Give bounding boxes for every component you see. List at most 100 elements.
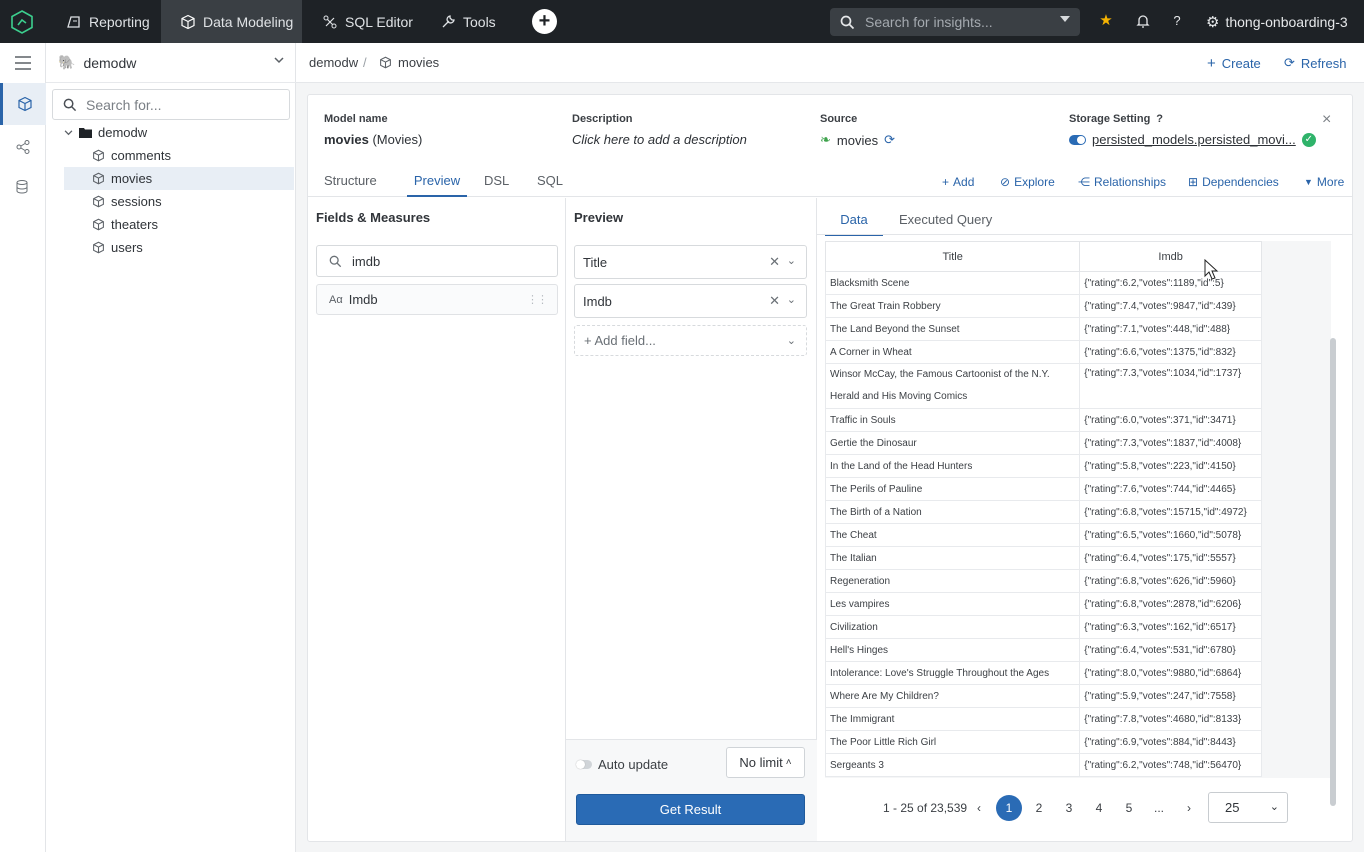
- cell-title[interactable]: Regeneration: [825, 569, 1081, 593]
- cell-imdb[interactable]: {"rating":5.8,"votes":223,"id":4150}: [1079, 454, 1262, 478]
- field-search-input[interactable]: imdb: [316, 245, 558, 277]
- dependencies-action[interactable]: ⊞ Dependencies: [1188, 175, 1279, 189]
- tree-item-users[interactable]: users: [64, 236, 294, 259]
- page-button-5[interactable]: 5: [1116, 795, 1142, 821]
- cell-title[interactable]: The Poor Little Rich Girl: [825, 730, 1081, 754]
- cell-imdb[interactable]: {"rating":7.4,"votes":9847,"id":439}: [1079, 294, 1262, 318]
- selected-field-imdb[interactable]: Imdb ✕ ⌄: [574, 284, 807, 318]
- tab-sql[interactable]: SQL: [537, 173, 563, 188]
- cell-imdb[interactable]: {"rating":6.4,"votes":175,"id":5557}: [1079, 546, 1262, 570]
- cell-imdb[interactable]: {"rating":6.3,"votes":162,"id":6517}: [1079, 615, 1262, 639]
- cell-title[interactable]: Intolerance: Love's Struggle Throughout …: [825, 661, 1081, 685]
- cell-title[interactable]: Sergeants 3: [825, 753, 1081, 777]
- nav-tools[interactable]: Tools: [440, 0, 496, 43]
- cell-imdb[interactable]: {"rating":6.2,"votes":748,"id":56470}: [1079, 753, 1262, 777]
- cell-imdb[interactable]: {"rating":7.6,"votes":744,"id":4465}: [1079, 477, 1262, 501]
- create-button[interactable]: + Create: [1207, 55, 1261, 72]
- cell-imdb[interactable]: {"rating":7.8,"votes":4680,"id":8133}: [1079, 707, 1262, 731]
- vertical-scrollbar[interactable]: [1330, 338, 1336, 806]
- star-icon[interactable]: ★: [1097, 12, 1115, 30]
- cell-title[interactable]: The Italian: [825, 546, 1081, 570]
- remove-icon[interactable]: ✕: [769, 293, 780, 309]
- nav-reporting[interactable]: Reporting: [54, 0, 161, 43]
- cell-imdb[interactable]: {"rating":6.2,"votes":1189,"id":5}: [1079, 271, 1262, 295]
- storage-link[interactable]: persisted_models.persisted_movi...: [1092, 132, 1296, 147]
- field-item-imdb[interactable]: Aα Imdb ⋮⋮: [316, 284, 558, 315]
- cell-imdb[interactable]: {"rating":6.5,"votes":1660,"id":5078}: [1079, 523, 1262, 547]
- storage-toggle[interactable]: [1069, 134, 1086, 145]
- nav-sql-editor[interactable]: SQL Editor: [322, 0, 413, 43]
- drag-handle-icon[interactable]: ⋮⋮: [527, 293, 548, 306]
- chevron-down-icon[interactable]: ⌄: [787, 293, 796, 306]
- selected-field-title[interactable]: Title ✕ ⌄: [574, 245, 807, 279]
- cell-imdb[interactable]: {"rating":7.1,"votes":448,"id":488}: [1079, 317, 1262, 341]
- cell-title[interactable]: The Perils of Pauline: [825, 477, 1081, 501]
- cell-title[interactable]: The Great Train Robbery: [825, 294, 1081, 318]
- cell-imdb[interactable]: {"rating":7.3,"votes":1837,"id":4008}: [1079, 431, 1262, 455]
- cell-title[interactable]: Hell's Hinges: [825, 638, 1081, 662]
- cell-imdb[interactable]: {"rating":6.8,"votes":626,"id":5960}: [1079, 569, 1262, 593]
- workspace-switcher[interactable]: ⚙ thong-onboarding-3: [1206, 0, 1348, 43]
- tree-item-theaters[interactable]: theaters: [64, 213, 294, 236]
- datasource-selector[interactable]: 🐘 demodw: [46, 43, 296, 83]
- help-icon[interactable]: ?: [1168, 12, 1186, 30]
- tab-executed-query[interactable]: Executed Query: [899, 212, 992, 227]
- cell-title[interactable]: Les vampires: [825, 592, 1081, 616]
- column-header-title[interactable]: Title: [825, 241, 1081, 272]
- source-value[interactable]: ❧ movies ⟳: [820, 132, 895, 148]
- tree-item-comments[interactable]: comments: [64, 144, 294, 167]
- app-logo-icon[interactable]: [8, 8, 36, 36]
- breadcrumb-root[interactable]: demodw: [309, 55, 358, 70]
- cell-imdb[interactable]: {"rating":6.9,"votes":884,"id":8443}: [1079, 730, 1262, 754]
- cell-imdb[interactable]: {"rating":6.8,"votes":15715,"id":4972}: [1079, 500, 1262, 524]
- rail-database[interactable]: [0, 167, 46, 207]
- tab-preview[interactable]: Preview: [407, 173, 467, 197]
- rail-relationships[interactable]: [0, 127, 46, 167]
- cell-title[interactable]: Where Are My Children?: [825, 684, 1081, 708]
- tree-search-input[interactable]: Search for...: [52, 89, 290, 120]
- tree-item-sessions[interactable]: sessions: [64, 190, 294, 213]
- cell-title[interactable]: The Land Beyond the Sunset: [825, 317, 1081, 341]
- close-icon[interactable]: ×: [1322, 111, 1331, 129]
- model-name-value[interactable]: movies (Movies): [324, 132, 422, 147]
- cell-title[interactable]: Gertie the Dinosaur: [825, 431, 1081, 455]
- cell-imdb[interactable]: {"rating":6.0,"votes":371,"id":3471}: [1079, 408, 1262, 432]
- add-new-button[interactable]: +: [532, 9, 557, 34]
- page-size-select[interactable]: 25 ⌄: [1208, 792, 1288, 823]
- tab-dsl[interactable]: DSL: [484, 173, 509, 188]
- cell-title[interactable]: The Immigrant: [825, 707, 1081, 731]
- tab-structure[interactable]: Structure: [324, 173, 377, 188]
- description-field[interactable]: Click here to add a description: [572, 132, 747, 147]
- remove-icon[interactable]: ✕: [769, 254, 780, 270]
- cell-imdb[interactable]: {"rating":6.6,"votes":1375,"id":832}: [1079, 340, 1262, 364]
- cell-title[interactable]: Winsor McCay, the Famous Cartoonist of t…: [825, 363, 1081, 409]
- page-button-2[interactable]: 2: [1026, 795, 1052, 821]
- limit-select[interactable]: No limit ˄: [726, 747, 805, 778]
- explore-action[interactable]: ⊘ Explore: [1000, 175, 1055, 189]
- add-action[interactable]: + Add: [942, 175, 974, 189]
- page-button-3[interactable]: 3: [1056, 795, 1082, 821]
- page-button-4[interactable]: 4: [1086, 795, 1112, 821]
- rail-models[interactable]: [0, 83, 46, 125]
- cell-title[interactable]: Blacksmith Scene: [825, 271, 1081, 295]
- page-button-1[interactable]: 1: [996, 795, 1022, 821]
- more-action[interactable]: ▼ More: [1304, 175, 1344, 189]
- tree-folder-demodw[interactable]: demodw: [64, 121, 290, 144]
- cell-title[interactable]: Traffic in Souls: [825, 408, 1081, 432]
- cell-title[interactable]: In the Land of the Head Hunters: [825, 454, 1081, 478]
- cell-imdb[interactable]: {"rating":7.3,"votes":1034,"id":1737}: [1079, 363, 1262, 409]
- cell-imdb[interactable]: {"rating":8.0,"votes":9880,"id":6864}: [1079, 661, 1262, 685]
- next-page-button[interactable]: ›: [1176, 795, 1202, 821]
- bell-icon[interactable]: [1134, 12, 1152, 30]
- column-header-imdb[interactable]: Imdb: [1079, 241, 1262, 272]
- chevron-down-icon[interactable]: [1060, 16, 1070, 22]
- cell-title[interactable]: The Birth of a Nation: [825, 500, 1081, 524]
- auto-update-toggle[interactable]: [576, 760, 592, 769]
- cell-title[interactable]: Civilization: [825, 615, 1081, 639]
- page-ellipsis[interactable]: ...: [1146, 795, 1172, 821]
- get-result-button[interactable]: Get Result: [576, 794, 805, 825]
- insights-search-input[interactable]: Search for insights...: [830, 8, 1080, 36]
- cell-title[interactable]: The Cheat: [825, 523, 1081, 547]
- tree-item-movies[interactable]: movies: [64, 167, 294, 190]
- prev-page-button[interactable]: ‹: [966, 795, 992, 821]
